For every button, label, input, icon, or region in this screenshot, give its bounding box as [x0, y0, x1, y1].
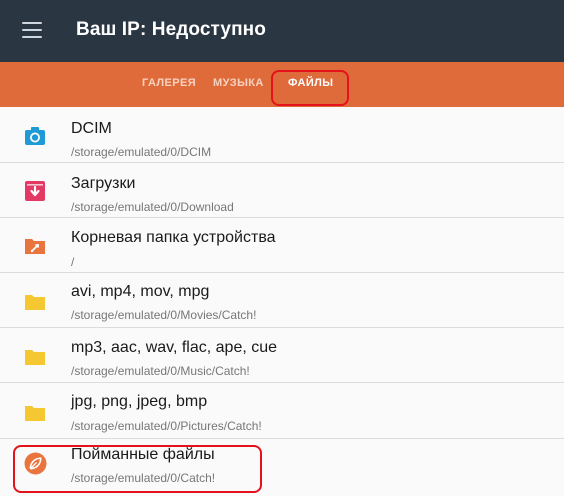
tab-music[interactable]: МУЗЫКА [213, 77, 264, 89]
tab-gallery[interactable]: ГАЛЕРЕЯ [142, 77, 196, 89]
list-item-music[interactable]: mp3, aac, wav, flac, ape, cue /storage/e… [0, 328, 564, 383]
list-item-path: /storage/emulated/0/DCIM [71, 145, 212, 159]
app-title: Ваш IP: Недоступно [76, 19, 266, 40]
list-item-root[interactable]: Корневая папка устройства / [0, 218, 564, 273]
list-item-movies[interactable]: avi, mp4, mov, mpg /storage/emulated/0/M… [0, 273, 564, 328]
list-item-pictures[interactable]: jpg, png, jpeg, bmp /storage/emulated/0/… [0, 383, 564, 439]
list-item-title: Загрузки [71, 175, 136, 192]
catch-icon [24, 452, 47, 475]
list-item-title: DCIM [71, 120, 112, 137]
folder-icon [25, 350, 45, 365]
folder-icon [25, 295, 45, 310]
list-item-path: / [71, 255, 75, 269]
list-item-title: jpg, png, jpeg, bmp [71, 393, 208, 410]
list-item-dcim[interactable]: DCIM /storage/emulated/0/DCIM [0, 107, 564, 163]
list-item-path: /storage/emulated/0/Pictures/Catch! [71, 419, 262, 433]
list-item-path: /storage/emulated/0/Movies/Catch! [71, 308, 257, 322]
list-item-path: /storage/emulated/0/Download [71, 200, 234, 214]
app-bar: Ваш IP: Недоступно [0, 0, 564, 62]
tab-files[interactable]: ФАЙЛЫ [288, 77, 333, 89]
camera-icon [25, 127, 45, 145]
list-item-caught-files[interactable]: Пойманные файлы /storage/emulated/0/Catc… [0, 439, 564, 496]
root-folder-icon [25, 239, 45, 254]
list-item-title: Корневая папка устройства [71, 229, 276, 246]
list-item-title: mp3, aac, wav, flac, ape, cue [71, 339, 278, 356]
folder-icon [25, 406, 45, 421]
tab-bar: ГАЛЕРЕЯ МУЗЫКА ФАЙЛЫ [0, 62, 564, 107]
list-item-title: avi, mp4, mov, mpg [71, 283, 210, 300]
list-item-path: /storage/emulated/0/Music/Catch! [71, 364, 250, 378]
file-list: DCIM /storage/emulated/0/DCIM Загрузки /… [0, 107, 564, 496]
list-item-title: Пойманные файлы [71, 446, 215, 463]
menu-icon[interactable] [22, 22, 44, 40]
list-item-path: /storage/emulated/0/Catch! [71, 471, 216, 485]
list-item-downloads[interactable]: Загрузки /storage/emulated/0/Download [0, 163, 564, 218]
download-icon [25, 181, 45, 201]
